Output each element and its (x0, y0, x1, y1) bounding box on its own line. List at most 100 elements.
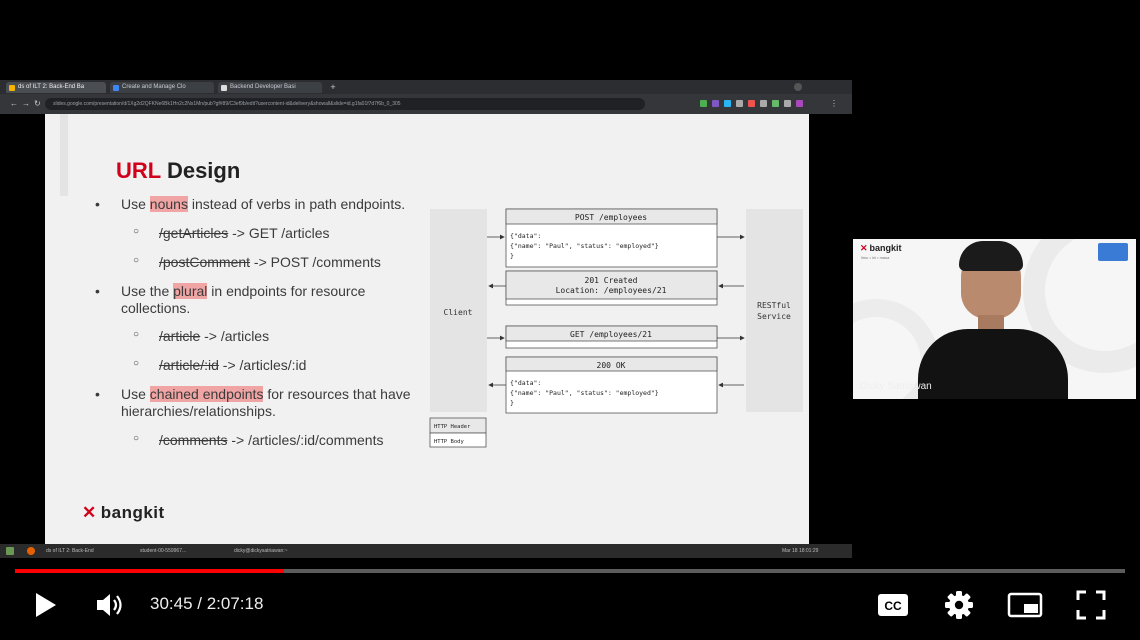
taskbar-clock: Mar 18 18:01:29 (782, 548, 819, 554)
response-body: {"name": "Paul", "status": "employed"} (510, 389, 659, 397)
progress-played (15, 569, 284, 573)
current-time: 30:45 (150, 594, 193, 613)
old-endpoint: /article/:id (159, 357, 219, 373)
logo-text: bangkit (100, 503, 165, 522)
dicoding-favicon-icon (221, 85, 227, 91)
request-post: POST /employees {"data": {"name": "Paul"… (505, 208, 718, 268)
request-header: POST /employees (575, 213, 647, 222)
svg-text:CC: CC (884, 599, 902, 613)
extension-icon[interactable] (760, 100, 767, 107)
miniplayer-icon[interactable] (1007, 591, 1043, 619)
request-header: GET /employees/21 (570, 330, 652, 339)
bullet-dot-icon: • (95, 386, 100, 402)
settings-gear-icon[interactable] (944, 590, 974, 620)
browser-tab-slides[interactable]: ds of ILT 2: Back-End Ba (6, 82, 106, 93)
response-status: 200 OK (597, 361, 626, 370)
new-endpoint: -> GET /articles (228, 225, 330, 241)
browser-tab-label: Backend Developer Basi (230, 84, 296, 90)
legend-header: HTTP Header (434, 424, 471, 430)
duration: 2:07:18 (206, 594, 264, 613)
old-endpoint: /postComment (159, 254, 251, 270)
back-icon[interactable]: ← (10, 98, 18, 110)
rest-diagram: Client RESTful Service POST /employees {… (429, 208, 803, 448)
browser-tab-label: Create and Manage Clo (122, 84, 186, 90)
request-get: GET /employees/21 (505, 325, 718, 349)
extension-icon[interactable] (724, 100, 731, 107)
presenter-shirt (918, 329, 1068, 399)
app-menu-icon[interactable] (6, 547, 14, 555)
forward-icon[interactable]: → (22, 98, 30, 110)
new-tab-icon[interactable]: + (328, 82, 338, 92)
service-box (746, 209, 803, 412)
title-rest: Design (160, 158, 241, 183)
bullet-dot-icon: • (95, 196, 100, 212)
bangkit-mark-icon: ✕ (860, 243, 868, 253)
request-body: {"data": (510, 232, 541, 240)
new-endpoint: -> /articles (200, 328, 270, 344)
bullet-dot-icon: • (95, 283, 100, 299)
captions-icon[interactable]: CC (876, 591, 910, 619)
bullet-text: instead of verbs in path endpoints. (187, 196, 406, 212)
firefox-icon[interactable] (27, 547, 35, 555)
highlight-text: chained endpoints (149, 386, 264, 402)
response-ok: 200 OK {"data": {"name": "Paul", "status… (505, 356, 718, 414)
reload-icon[interactable]: ↻ (34, 98, 41, 110)
brand-text: bangkit (869, 243, 902, 253)
play-icon[interactable] (32, 590, 60, 620)
request-body: {"name": "Paul", "status": "employed"} (510, 242, 659, 250)
new-endpoint: -> /articles/:id (218, 357, 307, 373)
sub-bullet-icon: ○ (133, 255, 140, 266)
old-endpoint: /getArticles (159, 225, 229, 241)
extension-icon[interactable] (712, 100, 719, 107)
client-label: Client (444, 308, 473, 317)
address-bar[interactable]: slides.google.com/presentation/d/1Xg2d2Q… (45, 98, 645, 110)
extension-icon[interactable] (748, 100, 755, 107)
profile-icon[interactable] (794, 83, 802, 91)
response-location: Location: /employees/21 (556, 286, 667, 295)
sub-bullet: ○ /article/:id -> /articles/:id (133, 357, 307, 373)
bullet-text: Use the (121, 283, 174, 299)
presenter-hair (959, 241, 1023, 271)
os-taskbar: ds of ILT 2: Back-End student-00-559967.… (0, 544, 852, 558)
sub-bullet: ○ /getArticles -> GET /articles (133, 225, 330, 241)
sub-bullet: ○ /article -> /articles (133, 328, 270, 344)
taskbar-window[interactable]: dicky@dickysatriawan:~ (234, 546, 288, 556)
sub-bullet-icon: ○ (133, 358, 140, 369)
extension-icon[interactable] (736, 100, 743, 107)
slide-decoration (60, 114, 68, 196)
menu-kebab-icon[interactable]: ⋮ (830, 99, 838, 108)
volume-icon[interactable] (95, 590, 127, 620)
old-endpoint: /article (159, 328, 201, 344)
sub-bullet: ○ /postComment -> POST /comments (133, 254, 381, 270)
extension-icon[interactable] (772, 100, 779, 107)
title-accent: URL (116, 158, 161, 183)
browser-tab-label: ds of ILT 2: Back-End Ba (18, 84, 85, 90)
legend-body: HTTP Body (434, 439, 464, 445)
bangkit-mark-icon: ✕ (82, 503, 97, 522)
fullscreen-icon[interactable] (1076, 590, 1106, 620)
response-body: } (510, 399, 514, 407)
extension-icons: ⋮ (700, 99, 840, 109)
request-body: } (510, 252, 514, 260)
taskbar-window[interactable]: student-00-559967... (140, 546, 186, 556)
response-created: 201 Created Location: /employees/21 (505, 270, 718, 306)
extension-icon[interactable] (700, 100, 707, 107)
presenter-name: Dicky Satriawan (860, 381, 932, 392)
taskbar-window[interactable]: ds of ILT 2: Back-End (46, 546, 94, 556)
new-endpoint: -> /articles/:id/comments (227, 432, 384, 448)
bullet-plural: • Use the plural in endpoints for resour… (95, 283, 411, 317)
old-endpoint: /comments (159, 432, 228, 448)
response-body: {"data": (510, 379, 541, 387)
extension-icon[interactable] (796, 100, 803, 107)
webcam-overlay: ✕ bangkit ilmu • ini • masa Dicky Satriaw… (853, 239, 1136, 399)
browser-tab-cloud[interactable]: Create and Manage Clo (110, 82, 214, 93)
bullet-text: Use (121, 386, 150, 402)
slides-favicon-icon (9, 85, 15, 91)
slide-title: URL Design (116, 158, 240, 184)
sub-bullet-icon: ○ (133, 433, 140, 444)
extension-icon[interactable] (784, 100, 791, 107)
service-label-1: RESTful (757, 301, 791, 310)
time-separator: / (192, 594, 207, 613)
sub-bullet-icon: ○ (133, 226, 140, 237)
browser-tab-dicoding[interactable]: Backend Developer Basi (218, 82, 322, 93)
